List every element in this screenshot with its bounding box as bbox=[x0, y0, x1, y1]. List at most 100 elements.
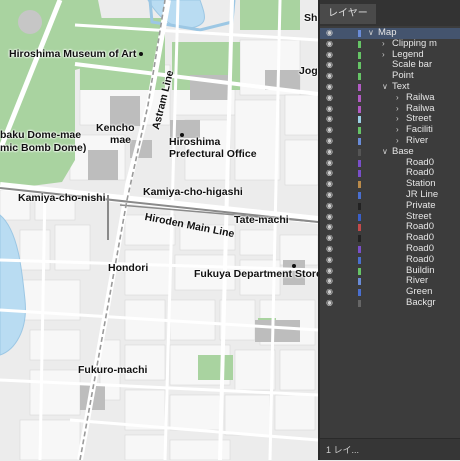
chevron-right-icon[interactable]: › bbox=[396, 114, 399, 125]
layer-name: Road0 bbox=[406, 254, 434, 265]
layer-row[interactable]: ◉ › Faciliti bbox=[320, 125, 460, 136]
layer-row[interactable]: ◉ Scale bar bbox=[320, 60, 460, 71]
layer-row[interactable]: ◉ Backgr bbox=[320, 298, 460, 309]
chevron-right-icon[interactable]: › bbox=[396, 93, 399, 104]
layer-color-swatch bbox=[358, 202, 361, 210]
layer-color-swatch bbox=[358, 213, 361, 221]
layer-row[interactable]: ◉ › Railwa bbox=[320, 104, 460, 115]
layer-name: Backgr bbox=[406, 297, 436, 308]
visibility-eye-icon[interactable]: ◉ bbox=[326, 82, 333, 93]
layer-name: Clipping m bbox=[392, 38, 437, 49]
layer-color-swatch bbox=[358, 30, 361, 37]
visibility-eye-icon[interactable]: ◉ bbox=[326, 28, 333, 39]
chevron-right-icon[interactable]: › bbox=[396, 136, 399, 147]
layer-row[interactable]: ◉ › Street bbox=[320, 114, 460, 125]
label-kamiya-cho-nishi: Kamiya-cho-nishi bbox=[18, 192, 106, 204]
layer-color-swatch bbox=[358, 191, 361, 199]
layer-color-swatch bbox=[358, 181, 361, 189]
visibility-eye-icon[interactable]: ◉ bbox=[326, 93, 333, 104]
visibility-eye-icon[interactable]: ◉ bbox=[326, 233, 333, 244]
visibility-eye-icon[interactable]: ◉ bbox=[326, 125, 333, 136]
label-hondori: Hondori bbox=[108, 262, 149, 274]
layer-row[interactable]: ◉ › Railwa bbox=[320, 93, 460, 104]
visibility-eye-icon[interactable]: ◉ bbox=[326, 298, 333, 309]
layer-row[interactable]: ◉ › Legend bbox=[320, 50, 460, 61]
layer-color-swatch bbox=[358, 159, 361, 167]
visibility-eye-icon[interactable]: ◉ bbox=[326, 168, 333, 179]
layer-row[interactable]: ◉ Station bbox=[320, 179, 460, 190]
visibility-eye-icon[interactable]: ◉ bbox=[326, 255, 333, 266]
chevron-right-icon[interactable]: › bbox=[396, 104, 399, 115]
poi-marker-icon bbox=[139, 52, 144, 57]
layer-row[interactable]: ◉ ∨ Map bbox=[320, 28, 460, 39]
visibility-eye-icon[interactable]: ◉ bbox=[326, 104, 333, 115]
chevron-right-icon[interactable]: › bbox=[382, 50, 385, 61]
layer-color-swatch bbox=[358, 116, 361, 124]
layer-color-swatch bbox=[358, 289, 361, 297]
layer-color-swatch bbox=[358, 73, 361, 81]
layer-color-swatch bbox=[358, 83, 361, 91]
label-tate-machi: Tate-machi bbox=[234, 214, 289, 226]
visibility-eye-icon[interactable]: ◉ bbox=[326, 136, 333, 147]
layers-list: ◉ ∨ Map ◉ › Clipping m ◉ › Legend ◉ Scale bar ◉ Poin… bbox=[320, 28, 460, 309]
layer-row[interactable]: ◉ Road0 bbox=[320, 233, 460, 244]
layer-row[interactable]: ◉ Road0 bbox=[320, 255, 460, 266]
label-atomic-bomb-dome: mic Bomb Dome) bbox=[0, 142, 87, 154]
layer-row[interactable]: ◉ Road0 bbox=[320, 158, 460, 169]
visibility-eye-icon[interactable]: ◉ bbox=[326, 50, 333, 61]
layer-name: River bbox=[406, 135, 429, 146]
layer-color-swatch bbox=[358, 267, 361, 275]
layer-color-swatch bbox=[358, 278, 361, 286]
layer-color-swatch bbox=[358, 224, 361, 232]
label-prefectural-office: Prefectural Office bbox=[169, 148, 257, 160]
layer-row[interactable]: ◉ ∨ Base bbox=[320, 147, 460, 158]
layer-row[interactable]: ◉ Road0 bbox=[320, 222, 460, 233]
visibility-eye-icon[interactable]: ◉ bbox=[326, 201, 333, 212]
layer-color-swatch bbox=[358, 256, 361, 264]
layer-row[interactable]: ◉ JR Line bbox=[320, 190, 460, 201]
layer-name: Private bbox=[406, 200, 436, 211]
layers-panel: レイヤー ◉ ∨ Map ◉ › Clipping m ◉ › Legend ◉ Scale bar… bbox=[318, 0, 460, 460]
chevron-right-icon[interactable]: › bbox=[382, 39, 385, 50]
visibility-eye-icon[interactable]: ◉ bbox=[326, 71, 333, 82]
layer-row[interactable]: ◉ › River bbox=[320, 136, 460, 147]
visibility-eye-icon[interactable]: ◉ bbox=[326, 212, 333, 223]
label-kamiya-cho-higashi: Kamiya-cho-higashi bbox=[143, 186, 243, 198]
visibility-eye-icon[interactable]: ◉ bbox=[326, 244, 333, 255]
layer-color-swatch bbox=[358, 40, 361, 48]
visibility-eye-icon[interactable]: ◉ bbox=[326, 222, 333, 233]
chevron-down-icon[interactable]: ∨ bbox=[382, 82, 388, 93]
label-hiroshima: Hiroshima bbox=[169, 136, 221, 148]
visibility-eye-icon[interactable]: ◉ bbox=[326, 114, 333, 125]
visibility-eye-icon[interactable]: ◉ bbox=[326, 190, 333, 201]
layer-row[interactable]: ◉ Street bbox=[320, 212, 460, 223]
layer-row[interactable]: ◉ Point bbox=[320, 71, 460, 82]
layer-name: Street bbox=[406, 114, 432, 125]
tab-layers[interactable]: レイヤー bbox=[320, 4, 376, 24]
label-hiroshima-museum-of-art: Hiroshima Museum of Art bbox=[9, 48, 144, 60]
visibility-eye-icon[interactable]: ◉ bbox=[326, 179, 333, 190]
visibility-eye-icon[interactable]: ◉ bbox=[326, 158, 333, 169]
visibility-eye-icon[interactable]: ◉ bbox=[326, 276, 333, 287]
label-fukuya-department-store: Fukuya Department Store bbox=[194, 268, 322, 280]
layer-color-swatch bbox=[358, 148, 361, 156]
visibility-eye-icon[interactable]: ◉ bbox=[326, 39, 333, 50]
layer-row[interactable]: ◉ ∨ Text bbox=[320, 82, 460, 93]
chevron-down-icon[interactable]: ∨ bbox=[382, 147, 388, 158]
layer-row[interactable]: ◉ Buildin bbox=[320, 266, 460, 277]
visibility-eye-icon[interactable]: ◉ bbox=[326, 287, 333, 298]
layer-row[interactable]: ◉ Road0 bbox=[320, 244, 460, 255]
layer-row[interactable]: ◉ Green bbox=[320, 287, 460, 298]
visibility-eye-icon[interactable]: ◉ bbox=[326, 60, 333, 71]
layer-name: Point bbox=[392, 71, 414, 82]
layer-row[interactable]: ◉ River bbox=[320, 276, 460, 287]
layer-name: Road0 bbox=[406, 157, 434, 168]
visibility-eye-icon[interactable]: ◉ bbox=[326, 147, 333, 158]
layer-row[interactable]: ◉ › Clipping m bbox=[320, 39, 460, 50]
chevron-down-icon[interactable]: ∨ bbox=[368, 28, 374, 39]
visibility-eye-icon[interactable]: ◉ bbox=[326, 266, 333, 277]
layer-name: Legend bbox=[392, 49, 424, 60]
chevron-right-icon[interactable]: › bbox=[396, 125, 399, 136]
layer-row[interactable]: ◉ Private bbox=[320, 201, 460, 212]
layer-row[interactable]: ◉ Road0 bbox=[320, 168, 460, 179]
